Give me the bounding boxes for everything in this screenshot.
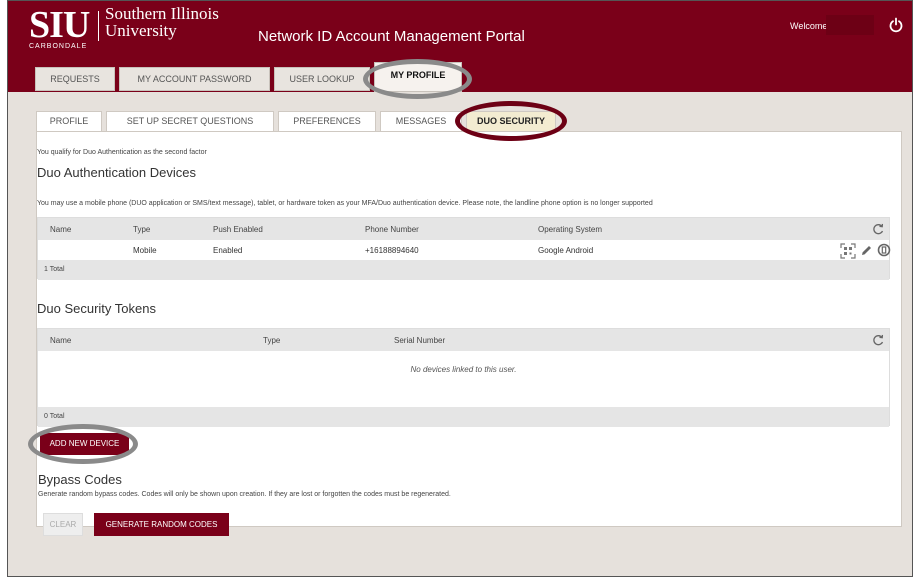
clear-button[interactable]: CLEAR [43,513,83,536]
devices-heading: Duo Authentication Devices [37,165,196,180]
device-phone-number: +16188894640 [365,246,419,255]
devices-table: Name Type Push Enabled Phone Number Oper… [37,217,891,280]
tab-my-profile[interactable]: MY PROFILE [374,62,462,92]
siu-logo[interactable]: SIU [29,6,90,44]
tab-requests[interactable]: REQUESTS [35,67,115,91]
refresh-icon[interactable] [871,222,885,236]
subtab-secret-questions[interactable]: SET UP SECRET QUESTIONS [106,111,274,132]
qr-code-icon[interactable] [840,243,856,259]
subtab-profile[interactable]: PROFILE [36,111,102,132]
bypass-heading: Bypass Codes [38,472,122,487]
device-os: Google Android [538,246,594,255]
power-icon[interactable] [888,17,904,33]
no-devices-text: No devices linked to this user. [410,365,517,374]
tokens-empty-row: No devices linked to this user. [38,351,889,407]
portal-window: SIU CARBONDALE Southern Illinois Univers… [7,0,913,577]
qualify-text: You qualify for Duo Authentication as th… [37,149,207,156]
tab-my-account-password[interactable]: MY ACCOUNT PASSWORD [119,67,270,91]
add-new-device-button[interactable]: ADD NEW DEVICE [40,433,129,455]
university-name-line1: Southern Illinois [105,4,219,23]
col-phone-number[interactable]: Phone Number [365,225,419,234]
pencil-icon[interactable] [860,244,873,257]
devices-total: 1 Total [44,266,65,273]
university-name: Southern Illinois University [105,5,219,39]
col-operating-system[interactable]: Operating System [538,225,602,234]
col-type[interactable]: Type [133,225,150,234]
col-serial-number[interactable]: Serial Number [394,336,445,345]
main-nav-underline [8,92,912,97]
devices-note: You may use a mobile phone (DUO applicat… [37,200,653,207]
device-type: Mobile [133,246,157,255]
logo-divider [98,11,99,41]
col-token-name[interactable]: Name [50,336,71,345]
subtab-messages[interactable]: MESSAGES [380,111,462,132]
refresh-icon[interactable] [871,333,885,347]
tokens-table: Name Type Serial Number No devices linke… [37,328,890,427]
col-token-type[interactable]: Type [263,336,280,345]
portal-title: Network ID Account Management Portal [258,28,525,45]
bypass-description: Generate random bypass codes. Codes will… [38,491,451,498]
tokens-heading: Duo Security Tokens [37,301,156,316]
university-name-line2: University [105,21,177,40]
device-push-enabled: Enabled [213,246,243,255]
welcome-label: Welcome, [790,21,830,31]
table-row[interactable]: Mobile Enabled +16188894640 Google Andro… [38,240,891,260]
devices-table-header: Name Type Push Enabled Phone Number Oper… [38,218,889,240]
devices-table-footer: 1 Total [38,260,889,280]
col-name[interactable]: Name [50,225,71,234]
subtab-preferences[interactable]: PREFERENCES [278,111,376,132]
tokens-total: 0 Total [44,413,65,420]
logo-subtitle: CARBONDALE [29,43,88,50]
welcome-username-redacted [826,15,874,35]
trash-icon[interactable] [877,243,891,257]
subtab-duo-security[interactable]: DUO SECURITY [466,111,556,132]
col-push-enabled[interactable]: Push Enabled [213,225,263,234]
generate-random-codes-button[interactable]: GENERATE RANDOM CODES [94,513,229,536]
tab-user-lookup[interactable]: USER LOOKUP [274,67,370,91]
tokens-table-header: Name Type Serial Number [38,329,889,351]
tokens-table-footer: 0 Total [38,407,889,427]
site-header: SIU CARBONDALE Southern Illinois Univers… [8,1,912,58]
